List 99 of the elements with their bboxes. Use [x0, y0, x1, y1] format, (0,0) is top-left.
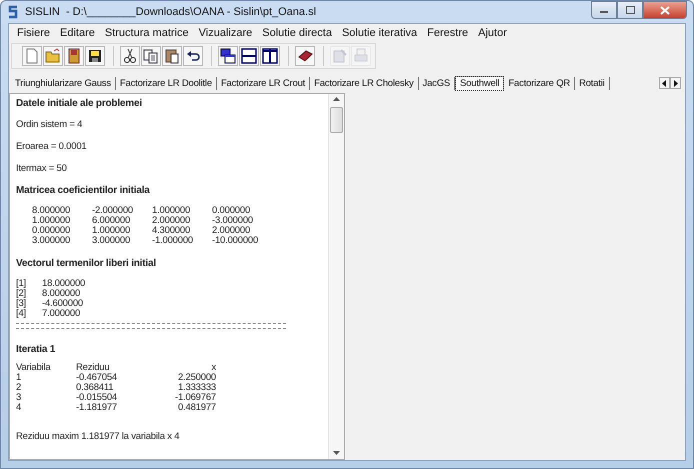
menu-item[interactable]: Solutie directa — [257, 27, 337, 39]
down-arrow-icon — [333, 451, 340, 456]
floppy-icon — [87, 48, 103, 64]
table-cell-text: 3 — [16, 393, 22, 403]
maximize-button[interactable] — [617, 1, 643, 19]
left-arrow-icon — [662, 80, 667, 86]
menu-item[interactable]: Editare — [55, 27, 100, 39]
matrix-cell-text: -10.000000 — [212, 236, 260, 246]
menu-item[interactable]: Ferestre — [422, 27, 474, 39]
tab[interactable]: Factorizare LR Crout — [216, 76, 310, 90]
matrix-cell-text: 0.000000 — [32, 226, 72, 236]
matrix-cell-text: 3.000000 — [92, 236, 132, 246]
matrix-cell-text: -2.000000 — [92, 206, 134, 216]
window-title: SISLIN - D:\________Downloads\OANA - Sislin\pt_Oana.sl — [25, 6, 316, 18]
minimize-button[interactable] — [591, 1, 617, 19]
matrix-cell-text: 2.000000 — [152, 216, 192, 226]
table-cell-text: -1.069767 — [174, 393, 216, 403]
vector-value: 7.000000 — [42, 309, 82, 319]
matrix-cell-text: 1.000000 — [32, 216, 72, 226]
scrollbar[interactable] — [328, 94, 344, 459]
toolbar-button[interactable] — [64, 46, 84, 66]
section-heading: Vectorul termenilor liberi initial — [16, 258, 157, 269]
tab[interactable]: Factorizare LR Cholesky — [310, 76, 419, 90]
matrix-cell-text: 0.000000 — [212, 206, 252, 216]
paste-icon — [164, 48, 180, 64]
table-cell-text: 4 — [16, 403, 22, 413]
tile-horizontal-icon — [241, 48, 257, 64]
table-cell-text: -1.181977 — [76, 403, 118, 413]
vector-value: 18.000000 — [42, 279, 86, 289]
vector-value: 8.000000 — [42, 289, 82, 299]
result-line: Reziduu maxim 1.181977 la variabila x 4 — [16, 431, 180, 442]
tab[interactable]: Factorizare QR — [504, 76, 576, 90]
menu-item[interactable]: Structura matrice — [100, 27, 194, 39]
column-header: Variabila — [16, 363, 52, 373]
section-heading: Iteratia 1 — [16, 344, 56, 355]
matrix-cell-text: 3.000000 — [32, 236, 72, 246]
tab[interactable]: Southwell — [455, 76, 504, 90]
vector-value: -4.600000 — [42, 299, 84, 309]
tab[interactable]: Factorizare LR Doolitle — [116, 76, 217, 90]
scroll-left-button[interactable] — [659, 77, 670, 89]
copy-icon — [143, 48, 159, 64]
matrix-cell-text: 6.000000 — [92, 216, 132, 226]
cut-icon — [122, 48, 138, 64]
new-file-icon — [24, 48, 40, 64]
undo-icon — [185, 48, 201, 64]
table-cell-text: 0.481977 — [176, 403, 216, 413]
up-arrow-icon — [333, 97, 340, 102]
app-icon — [7, 5, 19, 19]
menu-item[interactable]: Solutie iterativa — [336, 27, 422, 39]
table-cell-text: -0.467054 — [76, 373, 118, 383]
close-icon — [660, 6, 670, 14]
parameter-line: Eroarea = 0.0001 — [16, 141, 88, 152]
table-cell-text: -0.015504 — [76, 393, 118, 403]
folder-icon — [45, 48, 61, 64]
toolbar-button[interactable] — [218, 46, 238, 66]
maximize-icon — [626, 6, 634, 14]
scroll-right-button[interactable] — [670, 77, 681, 89]
close-button[interactable] — [643, 1, 687, 19]
toolbar-button[interactable] — [295, 46, 315, 66]
toolbar-button[interactable] — [239, 46, 259, 66]
tile-vertical-icon — [262, 48, 278, 64]
table-cell-text: 0.368411 — [76, 383, 114, 393]
menu-item[interactable]: Fisiere — [12, 27, 56, 39]
table-cell-text: 2 — [16, 383, 22, 393]
toolbar-button[interactable] — [162, 46, 182, 66]
document-icon — [332, 48, 348, 64]
toolbar-button[interactable] — [183, 46, 203, 66]
toolbar-button[interactable] — [85, 46, 105, 66]
toolbar-button[interactable] — [260, 46, 280, 66]
cascade-windows-icon — [220, 48, 236, 64]
toolbar-button[interactable] — [120, 46, 140, 66]
parameter-line: Itermax = 50 — [16, 163, 68, 174]
vector-index: [4] — [16, 309, 27, 319]
menu-item[interactable]: Vizualizare — [194, 27, 258, 39]
right-arrow-icon — [673, 80, 678, 86]
menu-item[interactable]: Ajutor — [473, 27, 512, 39]
toolbar-button[interactable] — [141, 46, 161, 66]
column-header: x — [210, 363, 216, 373]
table-cell-text: 1 — [16, 373, 22, 383]
scroll-thumb[interactable] — [330, 107, 343, 133]
table-cell-text: 1.333333 — [176, 383, 216, 393]
column-header: Reziduu — [76, 363, 110, 373]
matrix-cell-text: 2.000000 — [212, 226, 252, 236]
vector-index: [3] — [16, 299, 27, 309]
table-cell-text: 2.250000 — [176, 373, 216, 383]
matrix-cell-text: 1.000000 — [152, 206, 192, 216]
section-heading: Matricea coeficientilor initiala — [16, 185, 151, 196]
section-heading: Datele initiale ale problemei — [16, 98, 143, 109]
matrix-cell-text: 4.300000 — [152, 226, 192, 236]
print-icon — [353, 48, 369, 64]
tab[interactable]: Rotatii — [575, 76, 610, 90]
vector-index: [2] — [16, 289, 27, 299]
matrix-cell-text: -1.000000 — [152, 236, 194, 246]
matrix-cell-text: 1.000000 — [92, 226, 132, 236]
matrix-cell-text: -3.000000 — [212, 216, 254, 226]
vector-index: [1] — [16, 279, 27, 289]
matrix-cell-text: 8.000000 — [32, 206, 72, 216]
tab[interactable]: Triunghiularizare Gauss — [11, 76, 116, 90]
parameter-line: Ordin sistem = 4 — [16, 119, 84, 130]
